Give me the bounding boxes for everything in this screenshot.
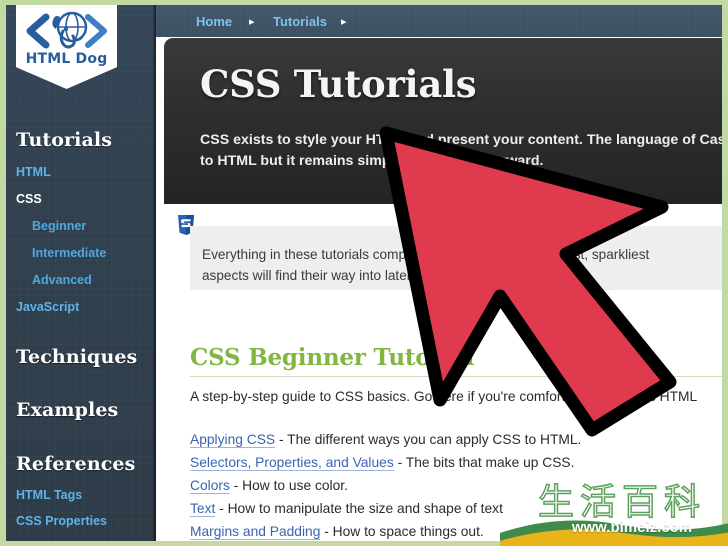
main-column: Home ▸ Tutorials ▸ CSS Tutorials CSS exi… — [156, 5, 722, 541]
content-card: Everything in these tutorials comply wit… — [164, 204, 722, 541]
note-line-1: Everything in these tutorials comply wit… — [202, 247, 650, 262]
sidebar-item-css-properties[interactable]: CSS Properties — [16, 514, 107, 528]
link-text[interactable]: Text — [190, 501, 216, 517]
list-item: Applying CSS - The different ways you ca… — [190, 428, 722, 451]
link-selectors-properties-values[interactable]: Selectors, Properties, and Values — [190, 455, 394, 471]
browser-page: HTML Dog Tutorials HTML CSS Beginner Int… — [6, 5, 722, 541]
hero-intro-line-1: CSS exists to style your HTML and presen… — [200, 132, 722, 148]
page-hero: CSS Tutorials CSS exists to style your H… — [164, 38, 722, 204]
breadcrumb: Home ▸ Tutorials ▸ — [156, 5, 722, 37]
link-margins-and-padding[interactable]: Margins and Padding — [190, 524, 321, 540]
breadcrumb-separator-icon-2: ▸ — [341, 16, 347, 28]
link-desc: - How to use color. — [229, 478, 348, 493]
html-dog-logo[interactable]: HTML Dog — [16, 5, 117, 89]
sidebar-heading-techniques[interactable]: Techniques — [16, 346, 137, 368]
link-desc: - The bits that make up CSS. — [393, 455, 575, 470]
list-item: Colors - How to use color. — [190, 474, 722, 497]
sidebar-item-javascript[interactable]: JavaScript — [16, 300, 79, 314]
sidebar-item-beginner[interactable]: Beginner — [32, 219, 86, 233]
info-note-box: Everything in these tutorials comply wit… — [190, 226, 722, 290]
html-dog-logo-mark — [26, 11, 107, 49]
sidebar-item-html[interactable]: HTML — [16, 165, 51, 179]
breadcrumb-item-tutorials[interactable]: Tutorials — [273, 14, 327, 29]
logo-wordmark: HTML Dog — [25, 51, 108, 67]
sidebar-item-css[interactable]: CSS — [16, 192, 42, 206]
sidebar-navigation: HTML Dog Tutorials HTML CSS Beginner Int… — [6, 5, 156, 541]
section-heading-rule — [190, 376, 722, 377]
page-title: CSS Tutorials — [200, 62, 477, 106]
link-colors[interactable]: Colors — [190, 478, 230, 494]
sidebar-heading-tutorials: Tutorials — [16, 129, 113, 151]
section-heading-css-beginner: CSS Beginner Tutorial — [190, 344, 475, 371]
sidebar-heading-references[interactable]: References — [16, 453, 135, 475]
list-item: Margins and Padding - How to space thing… — [190, 520, 722, 541]
sidebar-item-html-tags[interactable]: HTML Tags — [16, 488, 82, 502]
tutorial-link-list: Applying CSS - The different ways you ca… — [190, 428, 722, 541]
hero-intro-line-2: to HTML but it remains simple and straig… — [200, 153, 544, 169]
link-applying-css[interactable]: Applying CSS — [190, 432, 276, 448]
breadcrumb-separator-icon: ▸ — [249, 16, 255, 28]
section-description: A step-by-step guide to CSS basics. Go h… — [190, 389, 698, 404]
screenshot-frame: HTML Dog Tutorials HTML CSS Beginner Int… — [0, 0, 728, 546]
list-item: Selectors, Properties, and Values - The … — [190, 451, 722, 474]
breadcrumb-item-home[interactable]: Home — [196, 14, 232, 29]
list-item: Text - How to manipulate the size and sh… — [190, 497, 722, 520]
sidebar-item-advanced[interactable]: Advanced — [32, 273, 92, 287]
sidebar-item-intermediate[interactable]: Intermediate — [32, 246, 106, 260]
note-line-2: aspects will find their way into later t… — [202, 268, 467, 283]
link-desc: - The different ways you can apply CSS t… — [275, 432, 582, 447]
link-desc: - How to space things out. — [320, 524, 484, 539]
link-desc: - How to manipulate the size and shape o… — [215, 501, 503, 516]
sidebar-heading-examples[interactable]: Examples — [16, 399, 118, 421]
